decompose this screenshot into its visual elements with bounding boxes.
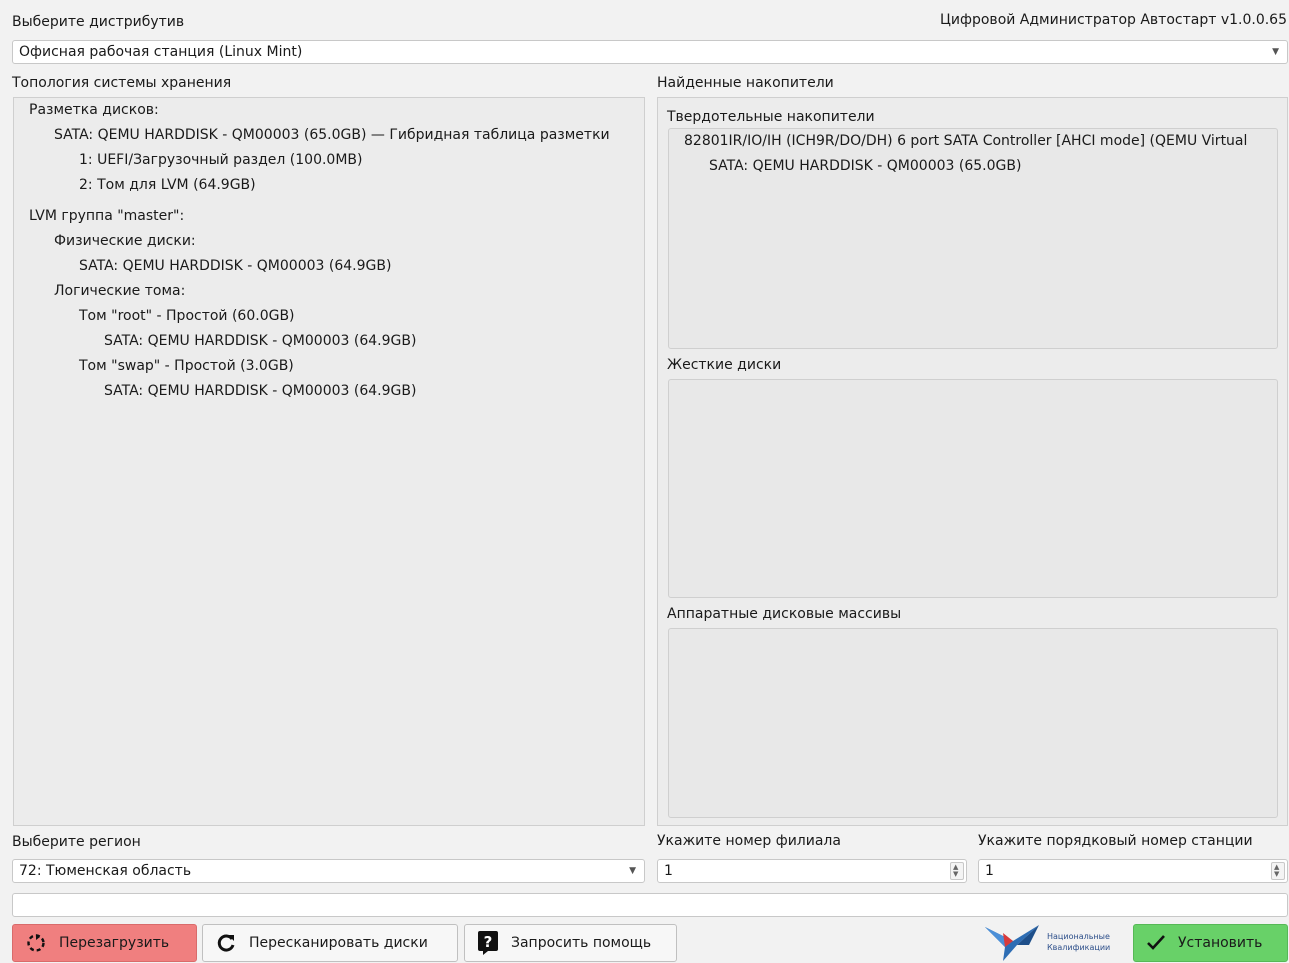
tree-line: Том "swap" - Простой (3.0GB) — [79, 358, 294, 374]
help-icon: ? — [477, 930, 499, 956]
svg-text:?: ? — [484, 933, 493, 951]
distro-select[interactable]: Офисная рабочая станция (Linux Mint) ▼ — [12, 40, 1288, 64]
topology-panel: Разметка дисков: SATA: QEMU HARDDISK - Q… — [13, 97, 645, 826]
region-select-value: 72: Тюменская область — [19, 863, 192, 879]
station-spinbox[interactable]: 1 ▲ ▼ — [978, 859, 1288, 883]
region-label: Выберите регион — [12, 834, 141, 850]
bird-logo-icon — [985, 925, 1039, 961]
raid-list[interactable] — [668, 628, 1278, 818]
station-value: 1 — [985, 863, 994, 879]
tree-line: Логические тома: — [54, 283, 186, 299]
hdd-list[interactable] — [668, 379, 1278, 598]
tree-line: SATA: QEMU HARDDISK - QM00003 (65.0GB) —… — [54, 127, 610, 143]
rescan-button[interactable]: Пересканировать диски — [202, 924, 458, 962]
tree-line: Том "root" - Простой (60.0GB) — [79, 308, 295, 324]
spin-down-icon[interactable]: ▼ — [953, 871, 958, 878]
status-field — [12, 893, 1288, 917]
tree-line: Разметка дисков: — [29, 102, 159, 118]
ssd-list[interactable]: 82801IR/IO/IH (ICH9R/DO/DH) 6 port SATA … — [668, 128, 1278, 349]
reboot-icon — [25, 932, 47, 954]
raid-title: Аппаратные дисковые массивы — [667, 606, 902, 622]
national-qualifications-logo: Национальные Квалификации — [983, 921, 1131, 963]
help-button[interactable]: ? Запросить помощь — [464, 924, 677, 962]
tree-line: LVM группа "master": — [29, 208, 185, 224]
tree-line: SATA: QEMU HARDDISK - QM00003 (64.9GB) — [79, 258, 392, 274]
refresh-icon — [215, 932, 237, 954]
rescan-label: Пересканировать диски — [249, 935, 428, 951]
spin-buttons[interactable]: ▲ ▼ — [950, 862, 964, 880]
distro-label: Выберите дистрибутив — [12, 14, 185, 30]
spin-buttons[interactable]: ▲ ▼ — [1271, 862, 1285, 880]
tree-line: 2: Том для LVM (64.9GB) — [79, 177, 256, 193]
distro-select-value: Офисная рабочая станция (Linux Mint) — [19, 44, 303, 60]
drives-panel: Твердотельные накопители 82801IR/IO/IH (… — [657, 97, 1288, 826]
checkmark-icon — [1146, 934, 1166, 952]
help-label: Запросить помощь — [511, 935, 652, 951]
install-label: Установить — [1178, 935, 1263, 951]
spin-down-icon[interactable]: ▼ — [1274, 871, 1279, 878]
branch-label: Укажите номер филиала — [657, 833, 841, 849]
reboot-label: Перезагрузить — [59, 935, 170, 951]
branch-value: 1 — [664, 863, 673, 879]
tree-line: SATA: QEMU HARDDISK - QM00003 (64.9GB) — [104, 383, 417, 399]
drives-title: Найденные накопители — [657, 75, 834, 91]
hdd-title: Жесткие диски — [667, 357, 782, 373]
app-title: Цифровой Администратор Автостарт v1.0.0.… — [940, 12, 1287, 28]
branch-spinbox[interactable]: 1 ▲ ▼ — [657, 859, 967, 883]
reboot-button[interactable]: Перезагрузить — [12, 924, 197, 962]
region-select[interactable]: 72: Тюменская область ▼ — [12, 859, 645, 883]
chevron-down-icon: ▼ — [1272, 47, 1279, 57]
ssd-title: Твердотельные накопители — [667, 109, 875, 125]
chevron-down-icon: ▼ — [629, 866, 636, 876]
tree-line: Физические диски: — [54, 233, 196, 249]
ssd-disk-item[interactable]: SATA: QEMU HARDDISK - QM00003 (65.0GB) — [709, 158, 1021, 174]
topology-title: Топология системы хранения — [12, 75, 232, 91]
tree-line: 1: UEFI/Загрузочный раздел (100.0MB) — [79, 152, 363, 168]
station-label: Укажите порядковый номер станции — [978, 833, 1253, 849]
ssd-controller-item[interactable]: 82801IR/IO/IH (ICH9R/DO/DH) 6 port SATA … — [684, 133, 1247, 149]
tree-line: SATA: QEMU HARDDISK - QM00003 (64.9GB) — [104, 333, 417, 349]
install-button[interactable]: Установить — [1133, 924, 1288, 962]
logo-line1: Национальные — [1047, 932, 1110, 941]
logo-line2: Квалификации — [1047, 943, 1111, 952]
